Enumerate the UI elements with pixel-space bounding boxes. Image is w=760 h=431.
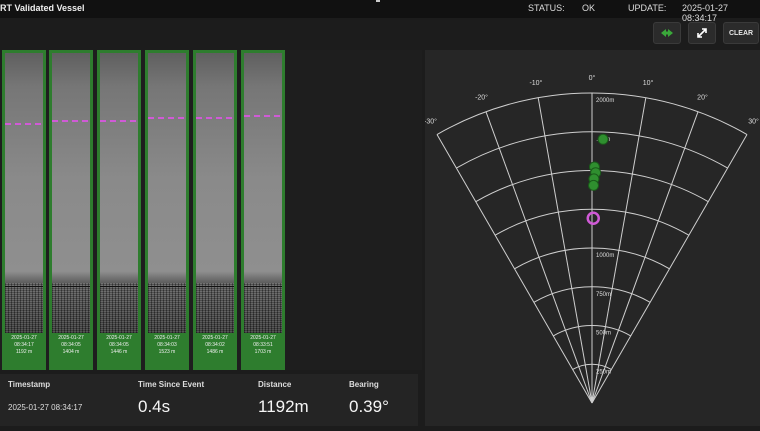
seabed-noise xyxy=(5,283,43,333)
range-label: 500m xyxy=(596,331,611,337)
sonar-strip-image xyxy=(244,53,282,333)
detection-marker xyxy=(244,115,282,117)
sonar-strip[interactable]: 2025-01-27 08:33:51 1703 m xyxy=(241,50,285,370)
update-label: UPDATE: xyxy=(628,3,667,13)
distance-value: 1192m xyxy=(258,397,309,416)
bottom-line xyxy=(100,286,138,287)
app-title: RT Validated Vessel xyxy=(0,3,85,13)
bottom-line xyxy=(5,286,43,287)
timestamp-value: 2025-01-27 08:34:17 xyxy=(8,403,83,412)
strip-date: 2025-01-27 xyxy=(11,335,37,341)
event-details-panel: Timestamp 2025-01-27 08:34:17 Time Since… xyxy=(0,374,418,426)
top-bar: RT Validated Vessel STATUS: OK UPDATE: 2… xyxy=(0,0,760,23)
range-label: 750m xyxy=(596,292,611,298)
bearing-label: 30° xyxy=(748,117,759,125)
clear-button[interactable]: CLEAR xyxy=(723,22,759,44)
seabed-noise xyxy=(52,283,90,333)
strip-dist: 1523 m xyxy=(158,349,176,355)
detection-marker xyxy=(196,117,234,119)
bearing-label: -20° xyxy=(475,93,488,101)
distance-label: Distance xyxy=(258,380,292,389)
seabed-noise xyxy=(148,283,186,333)
radar-panel: -30° -20° -10° 0° 10° 20° 30° 250m 500m 750m 1000m… xyxy=(424,50,760,426)
strip-time: 08:34:05 xyxy=(109,342,129,348)
contact-dot xyxy=(597,133,609,145)
expand-icon xyxy=(697,28,707,38)
bearing-spoke xyxy=(485,111,593,404)
seabed-noise xyxy=(196,283,234,333)
sonar-strip-image xyxy=(196,53,234,333)
toggle-view-button[interactable] xyxy=(653,22,681,44)
current-detection-ring xyxy=(586,211,601,225)
bearing-label: -10° xyxy=(529,79,542,87)
bearing-label: 10° xyxy=(643,79,654,87)
sonar-strip-image xyxy=(5,53,43,333)
strip-caption: 2025-01-27 08:33:51 1703 m xyxy=(241,335,285,356)
strip-date: 2025-01-27 xyxy=(154,335,180,341)
sonar-strip-image xyxy=(52,53,90,333)
strip-time: 08:34:02 xyxy=(205,342,225,348)
expand-button[interactable] xyxy=(688,22,716,44)
detection-marker xyxy=(5,123,43,125)
sonar-strip[interactable]: 2025-01-27 08:34:03 1523 m xyxy=(145,50,189,370)
contact-dot xyxy=(588,179,600,191)
status-value: OK xyxy=(582,3,596,13)
strip-date: 2025-01-27 xyxy=(106,335,132,341)
strip-dist: 1486 m xyxy=(206,349,224,355)
detection-marker xyxy=(100,120,138,122)
update-value: 2025-01-27 08:34:17 xyxy=(682,3,729,23)
sonar-strip-image xyxy=(148,53,186,333)
strip-date: 2025-01-27 xyxy=(58,335,84,341)
strip-caption: 2025-01-27 08:34:02 1486 m xyxy=(193,335,237,356)
range-label: 1000m xyxy=(596,253,614,259)
bottom-line xyxy=(244,286,282,287)
bearing-label: Bearing xyxy=(349,380,379,389)
status-label: STATUS: xyxy=(528,3,565,13)
strip-dist: 1192 m xyxy=(15,349,33,355)
timestamp-label: Timestamp xyxy=(8,380,51,389)
strip-caption: 2025-01-27 08:34:17 1192 m xyxy=(2,335,46,356)
detection-marker xyxy=(52,120,90,122)
strip-time: 08:34:17 xyxy=(14,342,34,348)
sonar-strip[interactable]: 2025-01-27 08:34:02 1486 m xyxy=(193,50,237,370)
top-indicator-dot xyxy=(376,0,380,2)
strip-dist: 1404 m xyxy=(62,349,80,355)
seabed-noise xyxy=(244,283,282,333)
range-label: 2000m xyxy=(596,98,614,104)
strip-caption: 2025-01-27 08:34:05 1446 m xyxy=(97,335,141,356)
seabed-noise xyxy=(100,283,138,333)
strip-date: 2025-01-27 xyxy=(202,335,228,341)
strip-dist: 1703 m xyxy=(254,349,272,355)
bottom-line xyxy=(148,286,186,287)
strip-time: 08:34:03 xyxy=(157,342,177,348)
time-since-label: Time Since Event xyxy=(138,380,205,389)
sonar-strip[interactable]: 2025-01-27 08:34:05 1404 m xyxy=(49,50,93,370)
sonar-strip-image xyxy=(100,53,138,333)
sonar-strip[interactable]: 2025-01-27 08:34:05 1446 m xyxy=(97,50,141,370)
sonar-strip[interactable]: 2025-01-27 08:34:17 1192 m xyxy=(2,50,46,370)
bearing-label: 20° xyxy=(697,93,708,101)
strip-caption: 2025-01-27 08:34:05 1404 m xyxy=(49,335,93,356)
arrows-icon xyxy=(661,29,673,37)
range-label: 250m xyxy=(596,369,611,375)
strip-caption: 2025-01-27 08:34:03 1523 m xyxy=(145,335,189,356)
strip-time: 08:34:05 xyxy=(61,342,81,348)
bottom-line xyxy=(52,286,90,287)
bottom-line xyxy=(196,286,234,287)
bearing-label: -30° xyxy=(425,117,437,125)
sonar-strips-panel: 2025-01-27 08:34:17 1192 m 2025-01-27 08:34:… xyxy=(0,50,422,370)
time-since-value: 0.4s xyxy=(138,397,171,416)
radar-plot[interactable]: -30° -20° -10° 0° 10° 20° 30° 250m 500m 750m 1000m… xyxy=(424,50,760,426)
bearing-label: 0° xyxy=(589,74,596,82)
strip-dist: 1446 m xyxy=(110,349,128,355)
detection-marker xyxy=(148,117,186,119)
bearing-value: 0.39° xyxy=(349,397,389,416)
strip-date: 2025-01-27 xyxy=(250,335,276,341)
strip-time: 08:33:51 xyxy=(253,342,273,348)
